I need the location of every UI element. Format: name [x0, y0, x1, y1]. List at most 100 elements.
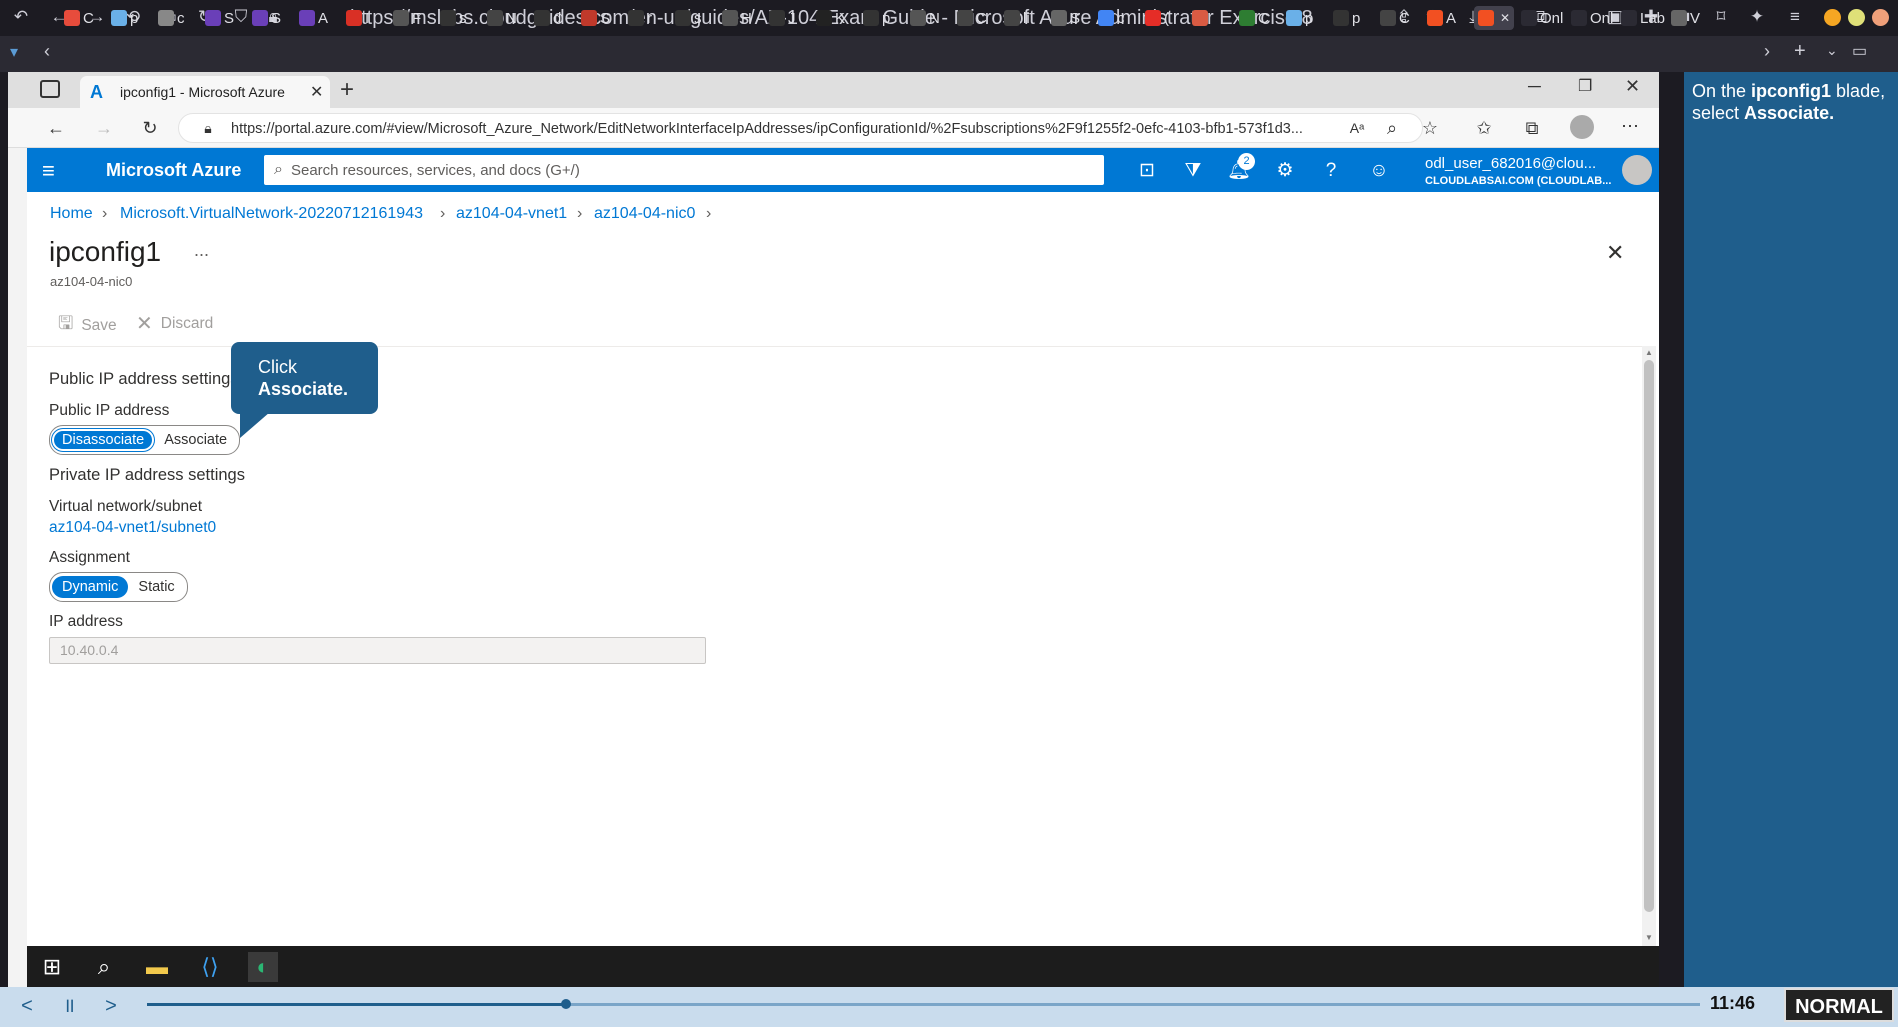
hamburger-menu-icon[interactable]: ≡ — [42, 158, 55, 184]
vnet-subnet-link[interactable]: az104-04-vnet1/subnet0 — [49, 519, 216, 537]
outer-tab[interactable]: V — [1671, 6, 1700, 30]
azure-brand[interactable]: Microsoft Azure — [106, 148, 241, 192]
vscode-icon[interactable]: ⟨⟩ — [195, 952, 225, 982]
outer-tab[interactable]: c — [158, 6, 185, 30]
edge-new-tab-icon[interactable]: + — [340, 76, 354, 104]
edge-url-field[interactable]: https://portal.azure.com/#view/Microsoft… — [178, 113, 1423, 143]
extension-pin-icon[interactable]: ✦ — [1746, 6, 1768, 28]
account-user-name[interactable]: odl_user_682016@clou... — [1425, 155, 1625, 172]
outer-tab[interactable]: d — [534, 6, 561, 30]
new-tab-icon[interactable]: + — [1794, 40, 1806, 63]
outer-tab[interactable]: S — [205, 6, 234, 30]
outer-tab[interactable]: S — [581, 6, 610, 30]
directory-filter-icon[interactable]: ⧩ — [1180, 158, 1206, 184]
scroll-down-icon[interactable]: ▼ — [1645, 933, 1653, 942]
breadcrumb-nic[interactable]: az104-04-nic0 — [594, 205, 695, 223]
firefox-view-icon[interactable]: ▾ — [10, 42, 32, 66]
edge-taskbar-icon[interactable]: ◐ — [248, 952, 278, 982]
zoom-icon[interactable]: ⌕ — [1380, 116, 1404, 140]
outer-tab[interactable]: p — [111, 6, 138, 30]
tabs-scroll-right-icon[interactable]: › — [1764, 41, 1770, 62]
pause-icon[interactable]: ॥ — [54, 992, 84, 1020]
outer-tab[interactable]: J — [769, 6, 796, 30]
next-step-icon[interactable]: > — [96, 992, 126, 1020]
edge-minimize-icon[interactable]: ─ — [1528, 76, 1541, 97]
edge-more-icon[interactable]: ⋯ — [1618, 114, 1642, 138]
scrollbar-thumb[interactable] — [1644, 360, 1654, 912]
feedback-icon[interactable]: ☺ — [1366, 158, 1392, 184]
save-button[interactable]: 🖫 Save — [58, 311, 117, 341]
outer-tab[interactable]: A — [299, 6, 328, 30]
outer-tab[interactable]: r — [628, 6, 652, 30]
outer-tab[interactable]: Onl — [1521, 6, 1563, 30]
window-maximize-dot[interactable] — [1848, 9, 1865, 26]
edge-close-icon[interactable]: ✕ — [1625, 76, 1640, 97]
read-aloud-icon[interactable]: Aᵃ — [1345, 116, 1369, 140]
edge-back-icon[interactable]: ← — [44, 116, 68, 140]
outer-tab[interactable]: N — [910, 6, 940, 30]
outer-tab[interactable]: p — [1333, 6, 1360, 30]
outer-tab[interactable]: A — [1427, 6, 1456, 30]
window-close-dot[interactable] — [1872, 9, 1889, 26]
outer-tab[interactable]: Lab — [1621, 6, 1665, 30]
outer-tab[interactable]: s — [675, 6, 702, 30]
account-tenant[interactable]: CLOUDLABSAI.COM (CLOUDLAB... — [1425, 175, 1625, 187]
outer-tab[interactable]: c — [1098, 6, 1125, 30]
windows-start-icon[interactable]: ⊞ — [37, 952, 67, 982]
cloud-shell-icon[interactable]: ⊡ — [1134, 158, 1160, 184]
edge-restore-icon[interactable]: ❐ — [1578, 76, 1592, 96]
favorites-icon[interactable]: ✩ — [1472, 116, 1496, 140]
edge-refresh-icon[interactable]: ↻ — [138, 116, 162, 140]
window-minimize-dot[interactable] — [1824, 9, 1841, 26]
breadcrumb-home[interactable]: Home — [50, 205, 93, 223]
outer-tab[interactable]: N — [487, 6, 517, 30]
tab-close-icon[interactable]: ✕ — [310, 82, 323, 102]
edge-profile-avatar[interactable] — [1570, 115, 1594, 139]
outer-tab[interactable]: ( — [1145, 6, 1169, 30]
settings-gear-icon[interactable]: ⚙ — [1272, 158, 1298, 184]
outer-tab[interactable]: C — [64, 6, 94, 30]
tabs-scroll-left-icon[interactable]: ‹ — [44, 41, 50, 62]
site-lock-icon[interactable]: 🔒︎ — [196, 116, 220, 140]
outer-tab[interactable]: Onl — [1571, 6, 1613, 30]
outer-tab[interactable]: H — [722, 6, 752, 30]
outer-tab[interactable]: C — [1239, 6, 1269, 30]
list-tabs-icon[interactable]: ⌄ — [1826, 42, 1838, 59]
edge-active-tab[interactable]: A ipconfig1 - Microsoft Azure ✕ — [80, 76, 330, 108]
outer-tab[interactable]: p — [1286, 6, 1313, 30]
scroll-up-icon[interactable]: ▲ — [1645, 348, 1653, 357]
player-mode-button[interactable]: NORMAL — [1784, 988, 1894, 1022]
undo-icon[interactable]: ↶ — [10, 6, 32, 28]
outer-tab[interactable]: I — [346, 6, 369, 30]
blade-close-icon[interactable]: ✕ — [1606, 240, 1624, 266]
tab-actions-icon[interactable] — [40, 80, 60, 98]
outer-tab[interactable] — [1192, 6, 1211, 30]
breadcrumb-vnet-deployment[interactable]: Microsoft.VirtualNetwork-20220712161943 — [120, 205, 423, 223]
disassociate-option[interactable]: Disassociate — [52, 429, 155, 451]
outer-tab[interactable]: ✕ — [1474, 6, 1515, 30]
taskbar-search-icon[interactable]: ⌕ — [89, 952, 119, 982]
more-options-icon[interactable]: ... — [194, 240, 209, 261]
outer-tab[interactable]: K — [816, 6, 845, 30]
dynamic-option[interactable]: Dynamic — [52, 576, 129, 598]
help-icon[interactable]: ? — [1318, 158, 1344, 184]
previous-step-icon[interactable]: < — [12, 992, 42, 1020]
outer-tab[interactable]: p — [863, 6, 890, 30]
tab-close-icon[interactable]: ✕ — [1500, 11, 1510, 25]
menu-icon[interactable]: ≡ — [1784, 6, 1806, 28]
collections-icon[interactable]: ⧉ — [1520, 116, 1544, 140]
outer-tab[interactable]: S — [1051, 6, 1080, 30]
outer-tab[interactable]: C — [957, 6, 987, 30]
outer-tab[interactable]: li — [1004, 6, 1030, 30]
reader-icon[interactable]: ⌑ — [1710, 6, 1732, 28]
file-explorer-icon[interactable]: ▬ — [142, 952, 172, 982]
outer-tab[interactable]: S — [252, 6, 281, 30]
outer-tab[interactable]: s — [440, 6, 467, 30]
outer-tab[interactable]: F — [393, 6, 421, 30]
discard-button[interactable]: ✕ Discard — [136, 311, 213, 336]
breadcrumb-vnet[interactable]: az104-04-vnet1 — [456, 205, 567, 223]
add-favorite-icon[interactable]: ☆ — [1418, 116, 1442, 140]
account-avatar[interactable] — [1622, 155, 1652, 185]
window-tab-icon[interactable]: ▭ — [1852, 41, 1867, 61]
associate-option[interactable]: Associate — [154, 429, 237, 451]
